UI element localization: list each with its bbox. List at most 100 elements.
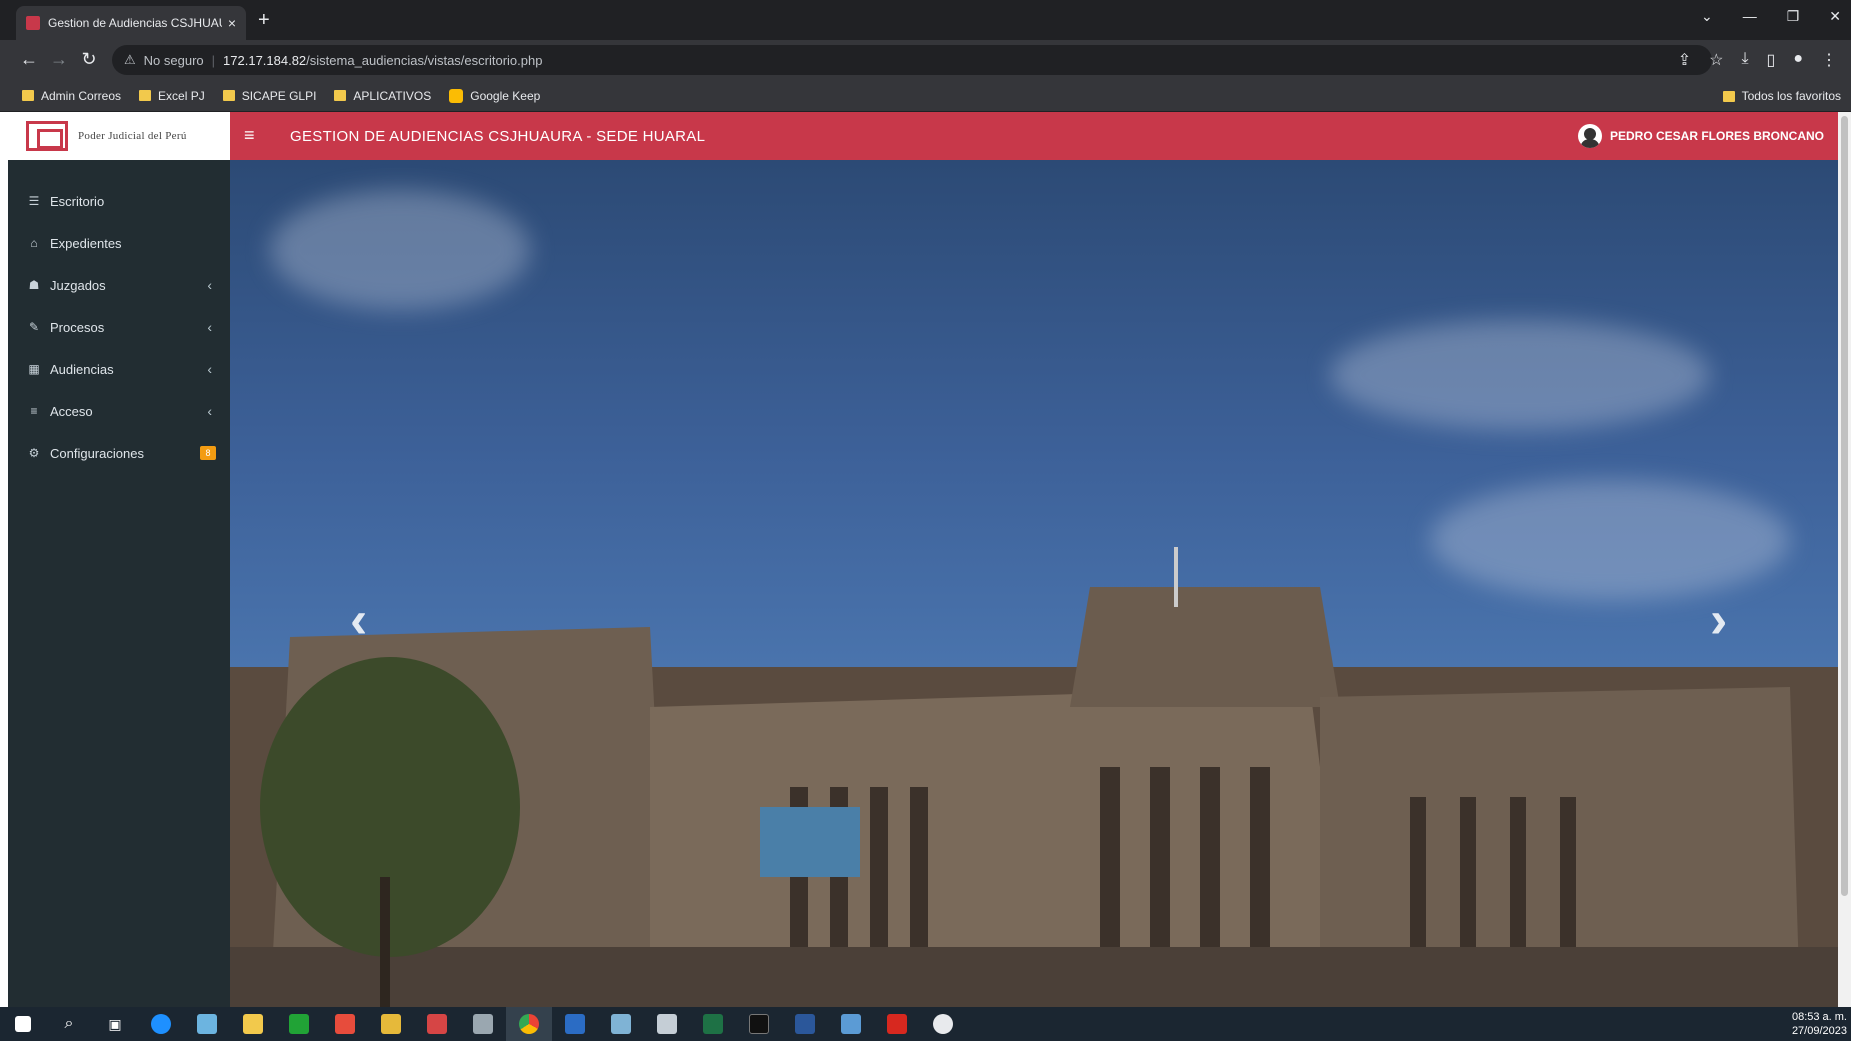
- status-badge: 8: [200, 446, 216, 460]
- sidebar-item-label: Acceso: [50, 403, 93, 419]
- sidebar-item-label: Expedientes: [50, 235, 122, 251]
- task-view-button[interactable]: ▣: [92, 1007, 138, 1041]
- back-icon[interactable]: ←: [18, 49, 40, 70]
- chevron-left-icon: ‹: [207, 403, 212, 419]
- search-button[interactable]: ⌕: [46, 1007, 92, 1041]
- folder-open-icon: ⌂: [30, 236, 38, 250]
- new-tab-button[interactable]: +: [258, 10, 270, 30]
- menu-icon[interactable]: ⋮: [1821, 50, 1837, 70]
- taskbar-app[interactable]: [644, 1007, 690, 1041]
- bookmark-aplicativos[interactable]: APLICATIVOS: [334, 89, 431, 103]
- monitor-app-icon: [473, 1014, 493, 1034]
- chevron-left-icon: ‹: [207, 277, 212, 293]
- url-path: /sistema_audiencias/vistas/escritorio.ph…: [306, 52, 543, 68]
- database-icon: ≡: [30, 404, 38, 418]
- terminal-icon: [749, 1014, 769, 1034]
- taskbar-app[interactable]: [920, 1007, 966, 1041]
- bookmark-sicape-glpi[interactable]: SICAPE GLPI: [222, 89, 316, 103]
- reload-icon[interactable]: ↻: [78, 49, 100, 70]
- taskbar-acrobat[interactable]: [874, 1007, 920, 1041]
- start-button[interactable]: [0, 1007, 46, 1041]
- chevron-left-icon: ‹: [207, 361, 212, 377]
- sidebar-toggle-icon[interactable]: ≡: [244, 125, 255, 146]
- taskbar-edge[interactable]: [138, 1007, 184, 1041]
- taskbar-word[interactable]: [782, 1007, 828, 1041]
- warning-icon[interactable]: ⚠: [124, 52, 136, 68]
- download-icon[interactable]: ⤓: [1741, 50, 1748, 70]
- browser-tab[interactable]: Gestion de Audiencias CSJHUAURA ×: [16, 6, 246, 40]
- tab-favicon-icon: [26, 16, 40, 30]
- sidebar-item-label: Juzgados: [50, 277, 106, 293]
- system-clock[interactable]: 08:53 a. m. 27/09/2023: [1792, 1010, 1847, 1038]
- google-keep-icon: [449, 88, 464, 103]
- taskbar-app[interactable]: [368, 1007, 414, 1041]
- sidebar-item-escritorio[interactable]: ☰ Escritorio: [8, 180, 230, 222]
- windows-logo-icon: [15, 1016, 31, 1032]
- taskbar-app[interactable]: [552, 1007, 598, 1041]
- url-separator: |: [211, 52, 216, 68]
- chrome-icon: [519, 1014, 539, 1034]
- bookmark-star-icon[interactable]: ☆: [1709, 50, 1723, 70]
- sidebar-item-procesos[interactable]: ✎ Procesos ‹: [8, 306, 230, 348]
- red-app-icon: [427, 1014, 447, 1034]
- excel-icon: [703, 1014, 723, 1034]
- tab-title: Gestion de Audiencias CSJHUAURA: [48, 16, 222, 30]
- clock-date: 27/09/2023: [1791, 1025, 1847, 1037]
- profile-icon[interactable]: ●: [1793, 50, 1803, 70]
- sidebar-item-juzgados[interactable]: ☗ Juzgados ‹: [8, 264, 230, 306]
- taskbar-excel[interactable]: [690, 1007, 736, 1041]
- mail-app-icon: [335, 1014, 355, 1034]
- user-name: PEDRO CESAR FLORES BRONCANO: [1609, 129, 1824, 143]
- sidebar-item-label: Audiencias: [50, 361, 114, 377]
- folder-icon: [1722, 90, 1735, 102]
- url-field[interactable]: ⚠ No seguro | 172.17.184.82 /sistema_aud…: [112, 45, 1712, 75]
- globe-app-icon: [933, 1014, 953, 1034]
- scrollbar-thumb[interactable]: [1841, 116, 1848, 896]
- bookmark-excel-pj[interactable]: Excel PJ: [139, 89, 205, 103]
- green-app-icon: [289, 1014, 309, 1034]
- share-icon[interactable]: ⇪: [1678, 50, 1691, 70]
- taskbar-explorer[interactable]: [230, 1007, 276, 1041]
- close-window-icon[interactable]: ✕: [1829, 8, 1841, 25]
- sidebar-item-configuraciones[interactable]: ⚙ Configuraciones 8: [8, 432, 230, 474]
- minimize-icon[interactable]: —: [1743, 8, 1757, 25]
- side-panel-icon[interactable]: ▯: [1767, 50, 1776, 70]
- bookmark-admin-correos[interactable]: Admin Correos: [22, 89, 121, 103]
- restore-icon[interactable]: ❐: [1787, 8, 1800, 25]
- taskbar-app[interactable]: [322, 1007, 368, 1041]
- user-menu[interactable]: PEDRO CESAR FLORES BRONCANO: [1577, 124, 1824, 148]
- archive-app-icon: [381, 1014, 401, 1034]
- folder-icon: [334, 90, 347, 101]
- taskbar-app[interactable]: [276, 1007, 322, 1041]
- tab-search-icon[interactable]: ⌄: [1701, 8, 1713, 25]
- page-scrollbar[interactable]: [1838, 112, 1851, 1007]
- sidebar-item-expedientes[interactable]: ⌂ Expedientes: [8, 222, 230, 264]
- folder-icon: [139, 90, 152, 101]
- palace-of-justice-image: [230, 547, 1838, 1007]
- all-favorites[interactable]: Todos los favoritos: [1722, 80, 1841, 112]
- desktop-icon: ☰: [28, 194, 40, 208]
- sidebar-item-acceso[interactable]: ≡ Acceso ‹: [8, 390, 230, 432]
- tags-icon: ✎: [28, 320, 40, 334]
- carousel-next-icon[interactable]: ›: [1710, 590, 1727, 650]
- sidebar-item-audiencias[interactable]: ▦ Audiencias ‹: [8, 348, 230, 390]
- taskbar-terminal[interactable]: [736, 1007, 782, 1041]
- carousel-prev-icon[interactable]: ‹: [350, 590, 367, 650]
- taskbar-chrome[interactable]: [506, 1007, 552, 1041]
- bookmark-google-keep[interactable]: Google Keep: [449, 88, 540, 103]
- security-label[interactable]: No seguro: [144, 53, 204, 68]
- tab-close-icon[interactable]: ×: [228, 15, 236, 31]
- sidebar-item-label: Escritorio: [50, 193, 105, 209]
- taskbar-app[interactable]: [460, 1007, 506, 1041]
- taskbar-app[interactable]: [828, 1007, 874, 1041]
- taskbar-app[interactable]: [184, 1007, 230, 1041]
- network-app-icon: [197, 1014, 217, 1034]
- app-header: ≡ GESTION DE AUDIENCIAS CSJHUAURA - SEDE…: [230, 112, 1838, 160]
- app-logo[interactable]: Poder Judicial del Perú: [8, 112, 230, 160]
- sidebar-menu: ☰ Escritorio ⌂ Expedientes ☗ Juzgados ‹ …: [8, 180, 230, 474]
- taskbar-app[interactable]: [598, 1007, 644, 1041]
- taskbar-app[interactable]: [414, 1007, 460, 1041]
- sidebar-item-label: Procesos: [50, 319, 105, 335]
- document-app-icon: [657, 1014, 677, 1034]
- forward-icon[interactable]: →: [48, 49, 70, 70]
